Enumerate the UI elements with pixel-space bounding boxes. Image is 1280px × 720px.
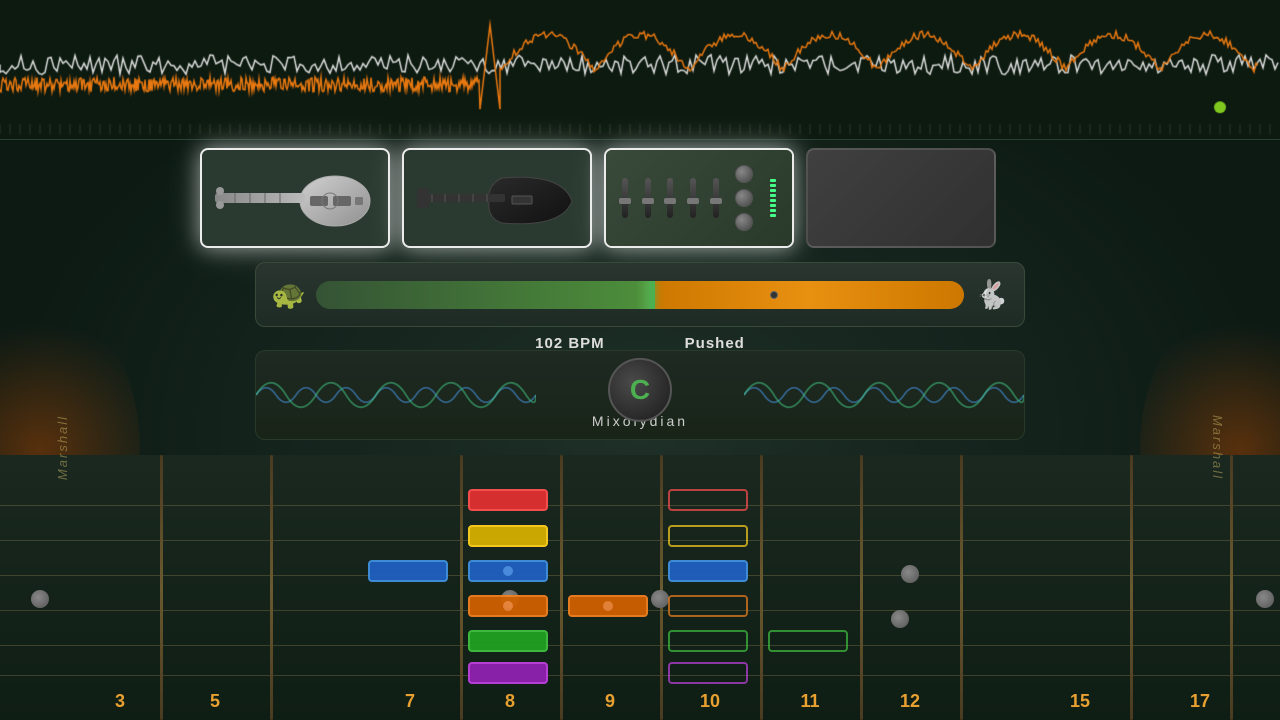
fret-line-5 (270, 455, 273, 720)
instrument-card-bass[interactable] (402, 148, 592, 248)
rabbit-icon: 🐇 (974, 278, 1009, 311)
fret-num-11: 11 (800, 691, 819, 712)
waveform-display (0, 0, 1280, 140)
fret-line-12 (960, 455, 963, 720)
fret-line-10 (760, 455, 763, 720)
note-10-1-red (668, 489, 748, 511)
fret-num-3: 3 (115, 691, 125, 712)
string-6 (0, 675, 1280, 676)
fret-line-3 (160, 455, 163, 720)
string-2 (0, 540, 1280, 541)
instrument-card-guitar1[interactable] (200, 148, 390, 248)
fret-line-8 (560, 455, 563, 720)
note-11-5-green (768, 630, 848, 652)
waveform-canvas (0, 0, 1280, 139)
note-10-5-green (668, 630, 748, 652)
fret-line-15 (1130, 455, 1133, 720)
note-10-3-blue (668, 560, 748, 582)
note-8-4-orange (468, 595, 548, 617)
fret-dot-9 (651, 590, 669, 608)
instrument-card-amp[interactable] (604, 148, 794, 248)
fret-num-5: 5 (210, 691, 220, 712)
note-10-6-purple (668, 662, 748, 684)
wave-left (256, 351, 536, 439)
fret-num-7: 7 (405, 691, 415, 712)
note-7-3-blue (368, 560, 448, 582)
fret-line-17 (1230, 455, 1233, 720)
tempo-slider[interactable] (316, 281, 964, 309)
instrument-card-empty[interactable] (806, 148, 996, 248)
key-scale-bar: C Mixolydian (255, 350, 1025, 440)
turtle-icon: 🐢 (271, 278, 306, 311)
marshall-label-left: Marshall (55, 415, 70, 480)
fret-num-15: 15 (1070, 691, 1090, 712)
fret-line-9 (660, 455, 663, 720)
fret-num-17: 17 (1190, 691, 1210, 712)
note-9-4-orange (568, 595, 648, 617)
note-8-3-blue (468, 560, 548, 582)
key-letter: C (630, 374, 650, 406)
tempo-bar[interactable]: 🐢 🐇 (255, 262, 1025, 327)
fret-dot-15 (31, 590, 49, 608)
fret-dot-12a (901, 565, 919, 583)
fret-line-11 (860, 455, 863, 720)
note-8-6-purple (468, 662, 548, 684)
fret-num-8: 8 (505, 691, 515, 712)
fretboard: 3 5 7 8 9 10 11 12 15 17 (0, 455, 1280, 720)
fret-line-7 (460, 455, 463, 720)
note-8-2-yellow (468, 525, 548, 547)
note-8-1-red (468, 489, 548, 511)
fret-dot-11 (891, 610, 909, 628)
note-10-2-yellow (668, 525, 748, 547)
fret-num-12: 12 (900, 691, 920, 712)
key-circle: C (608, 358, 672, 422)
string-1 (0, 505, 1280, 506)
string-5 (0, 645, 1280, 646)
fret-num-10: 10 (700, 691, 720, 712)
note-8-5-green (468, 630, 548, 652)
instrument-row (200, 148, 996, 248)
string-3 (0, 575, 1280, 576)
note-10-4-orange (668, 595, 748, 617)
fret-num-9: 9 (605, 691, 615, 712)
wave-right (744, 351, 1024, 439)
fret-dot-side-right (1256, 590, 1274, 608)
marshall-label-right: Marshall (1210, 415, 1225, 480)
